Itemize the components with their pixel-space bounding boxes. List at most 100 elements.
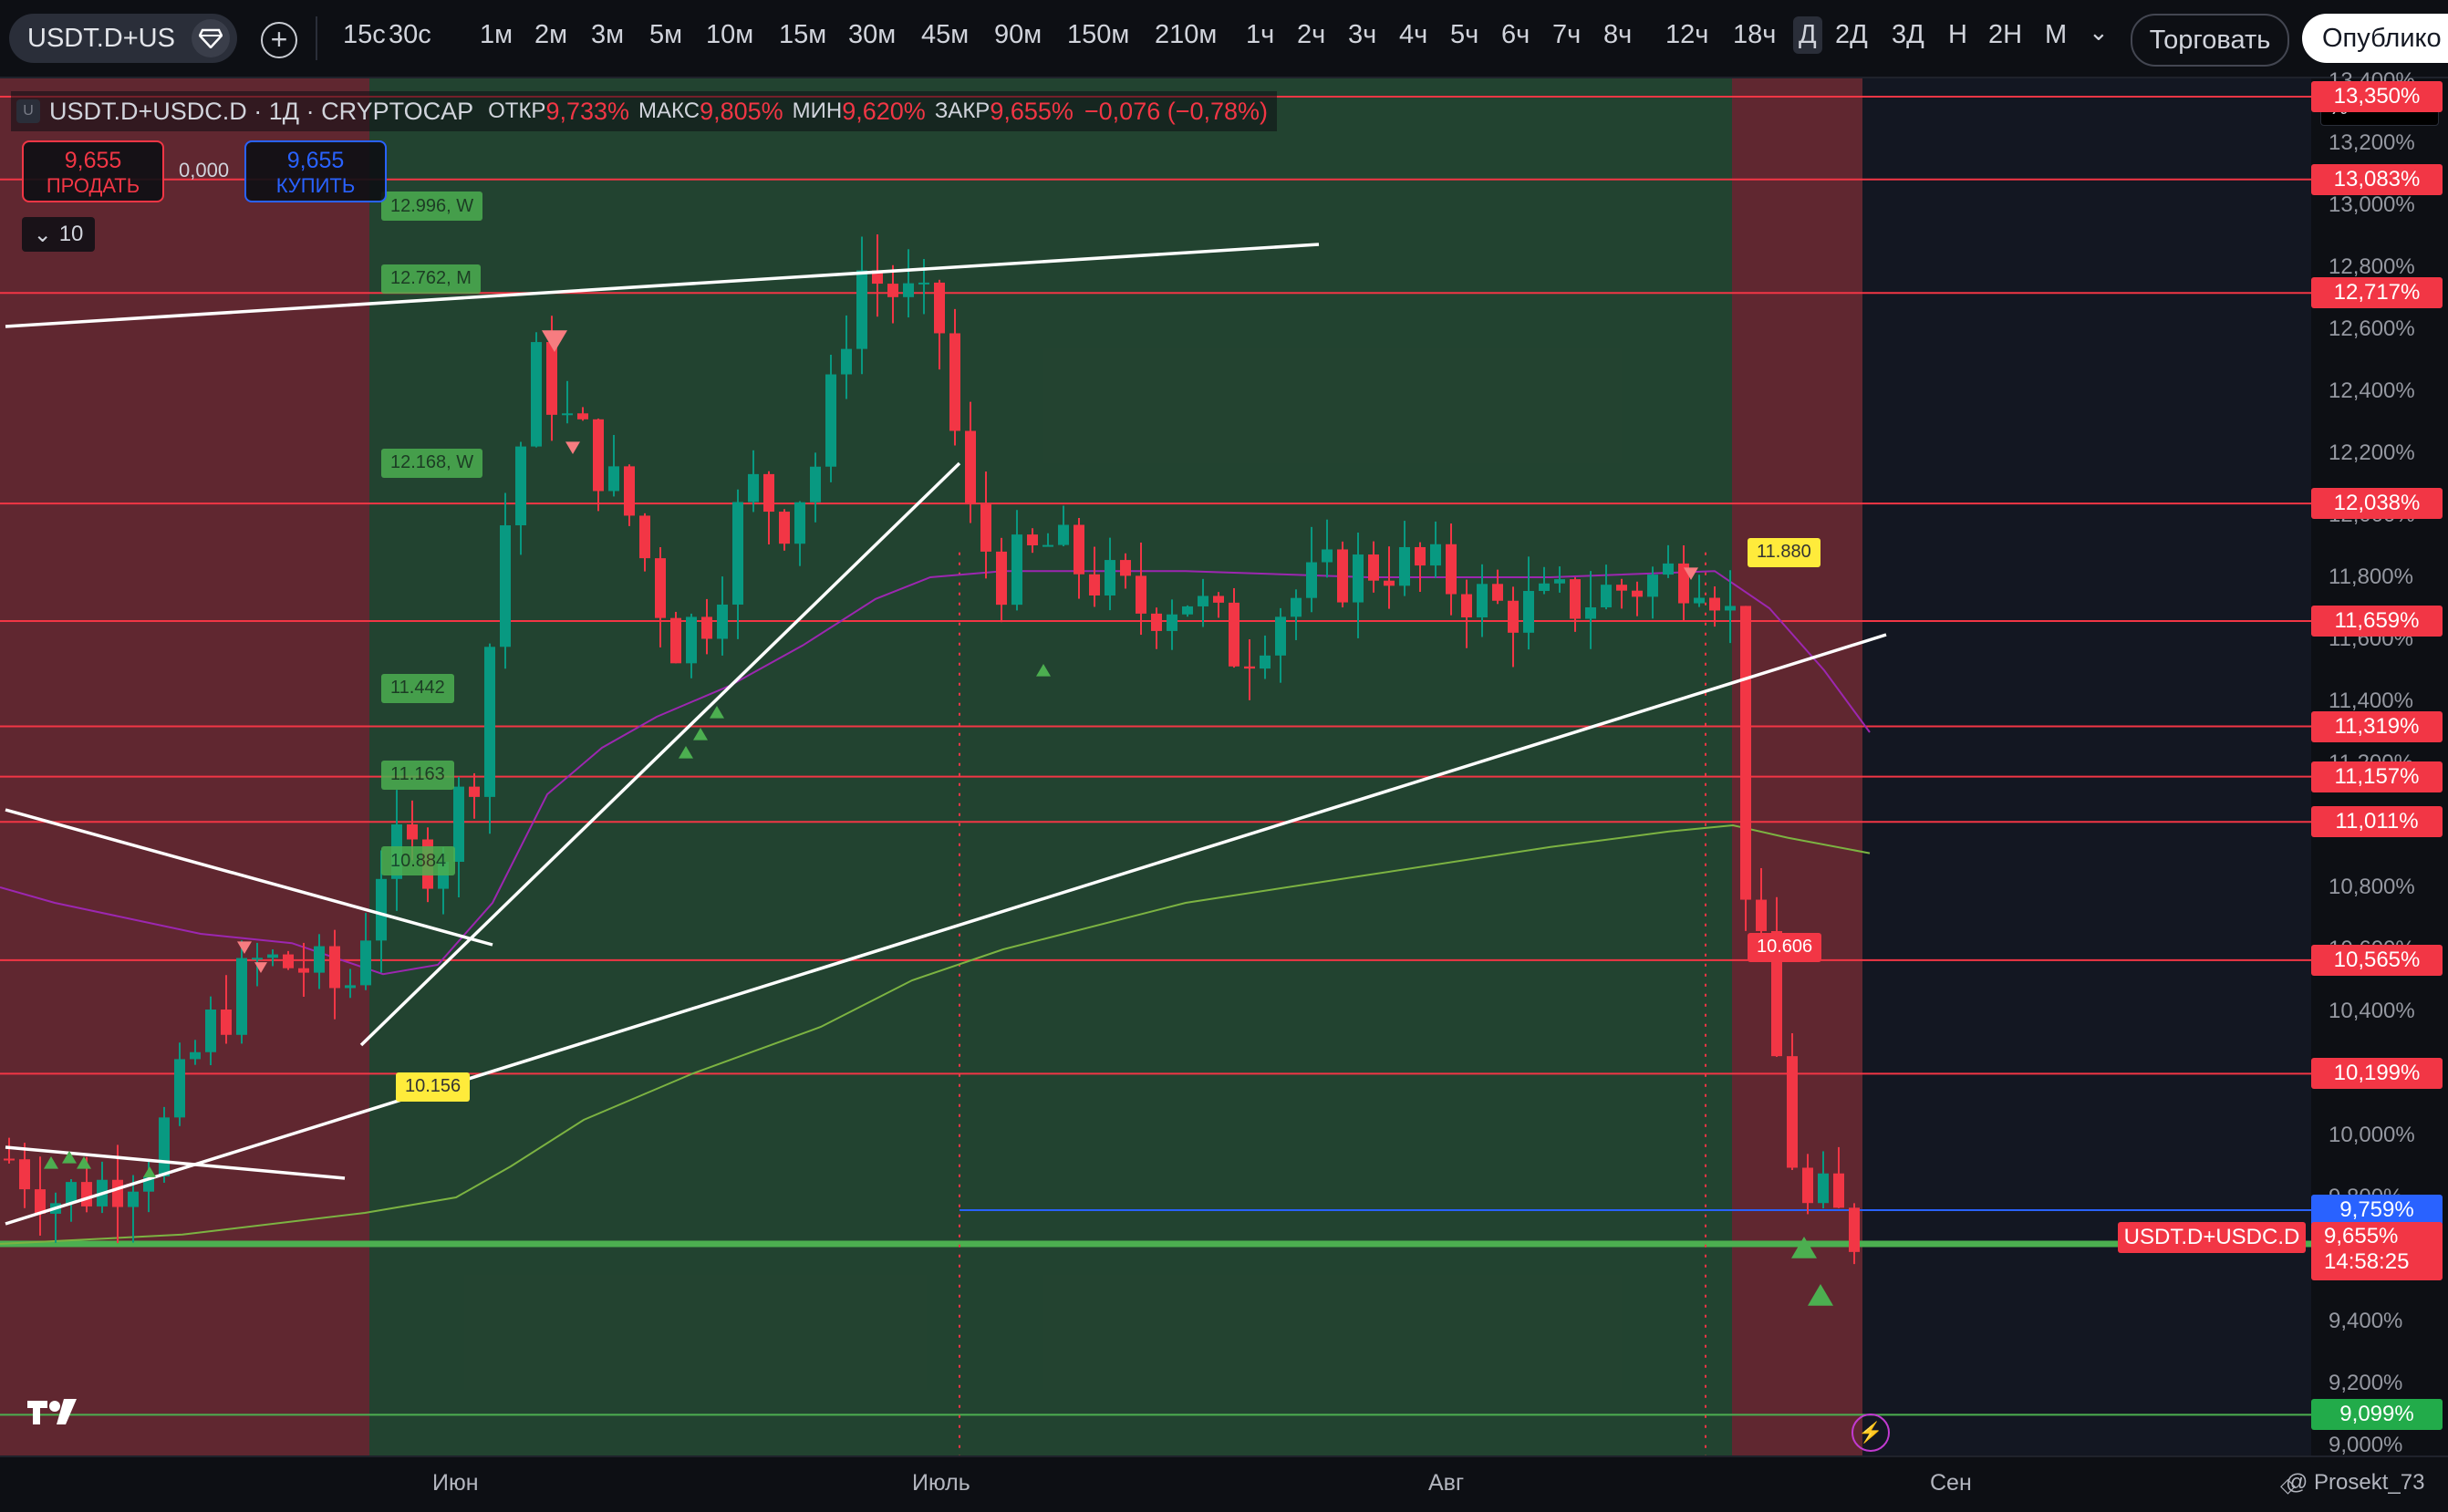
timeframe-17[interactable]: 5ч [1450,20,1478,50]
candle-body [1182,606,1193,615]
chevron-down-icon[interactable]: ⌄ [2089,18,2109,47]
timeframe-3[interactable]: 2м [534,20,567,50]
candle-body [407,823,418,840]
price-tick-label: 13,200% [2329,130,2415,155]
candle-body [531,342,542,447]
timeframe-9[interactable]: 45м [921,20,969,50]
price-tick-label: 12,400% [2329,378,2415,403]
level-flag: 10.606 [1748,932,1822,962]
timeframe-1[interactable]: 30с [389,20,431,50]
price-level-tag: 11,319% [2311,710,2443,742]
top-toolbar: USDT.D+US + 15с 30с 1м 2м 3м 5м 10м 15м 30м 45м 90… [0,0,2448,78]
candle-body [515,446,526,526]
timeframe-11[interactable]: 150м [1067,20,1129,50]
timeframe-8[interactable]: 30м [848,20,896,50]
candle-body [298,968,309,973]
timeframe-2[interactable]: 1м [480,20,513,50]
legend-close-value: 9,655% [990,97,1074,125]
candle-body [1508,600,1519,633]
timeframe-0[interactable]: 15с [343,20,386,50]
timeframe-21[interactable]: 12ч [1665,20,1708,50]
candle-body [112,1179,123,1207]
indicators-toggle[interactable]: ⌄ 10 [22,217,95,252]
symbol-logo-icon: U [16,99,40,123]
candle-body [236,958,247,1035]
candle-body [996,551,1007,606]
candle-body [1554,579,1565,584]
time-axis[interactable]: Июн Июль Авг Сен @ Prosekt_73 ◇ [0,1455,2448,1512]
candle-body [810,466,821,502]
price-level-tag: 9,759% [2311,1194,2443,1226]
candle-body [1585,606,1596,619]
timeframe-14[interactable]: 2ч [1297,20,1325,50]
timeframe-28[interactable]: М [2045,20,2067,50]
candle-body [1601,585,1612,607]
candle-body [1415,546,1426,566]
candle-body [841,348,852,375]
timeframe-24[interactable]: 2Д [1835,20,1868,50]
compare-plus-icon[interactable]: + [261,22,297,58]
timeframe-12[interactable]: 210м [1155,20,1217,50]
timeframe-25[interactable]: 3Д [1892,20,1924,50]
candle-body [314,946,325,973]
publish-button[interactable]: Опублико [2302,14,2448,63]
timeframe-5[interactable]: 5м [649,20,682,50]
price-tick-label: 11,800% [2329,564,2413,589]
candle-body [1353,554,1364,603]
price-chart[interactable] [0,78,2311,1455]
timeframe-15[interactable]: 3ч [1348,20,1376,50]
candle-body [1492,584,1503,601]
candle-body [1042,544,1053,547]
symbol-search[interactable]: USDT.D+US [9,14,237,63]
candle-body [670,617,681,664]
legend-title: USDT.D+USDC.D · 1Д · CRYPTOCAP [49,97,474,125]
timeframe-16[interactable]: 4ч [1399,20,1427,50]
buy-button[interactable]: 9,655 КУПИТЬ [244,140,387,202]
lightning-icon[interactable]: ⚡ [1852,1414,1890,1452]
candle-body [1740,606,1751,900]
price-level-tag: 11,659% [2311,605,2443,637]
timeframe-19[interactable]: 7ч [1552,20,1581,50]
sell-button[interactable]: 9,655 ПРОДАТЬ [22,140,164,202]
timeframe-27[interactable]: 2Н [1988,20,2022,50]
price-tick-label: 12,800% [2329,254,2415,279]
candle-body [593,419,604,492]
price-level-tag: 10,199% [2311,1058,2443,1090]
price-tick-label: 12,600% [2329,316,2415,341]
candle-body [1337,549,1348,603]
candle-body [1074,524,1084,575]
candle-body [965,430,976,505]
candle-body [701,616,712,639]
timeframe-20[interactable]: 8ч [1603,20,1632,50]
candle-body [763,473,774,513]
price-level-tag: 11,011% [2311,806,2443,838]
trade-button[interactable]: Торговать [2131,14,2289,67]
candle-body [717,604,728,639]
candle-body [1120,560,1131,576]
current-price-tag: 9,655% 14:58:25 [2311,1222,2443,1280]
candle-body [1694,597,1705,604]
timeframe-18[interactable]: 6ч [1501,20,1530,50]
price-tick-label: 12,200% [2329,440,2415,465]
candle-body [1647,575,1658,597]
candle-body [1105,560,1115,595]
diamond-icon[interactable] [192,19,230,57]
candle-body [360,940,371,986]
timeframe-6[interactable]: 10м [706,20,753,50]
candle-body [608,466,619,492]
timeframe-7[interactable]: 15м [779,20,826,50]
timeframe-22[interactable]: 18ч [1733,20,1776,50]
candle-body [1275,616,1286,656]
timeframe-23[interactable]: Д [1793,16,1822,54]
candle-body [639,515,650,559]
candle-body [469,786,480,797]
timeframe-10[interactable]: 90м [994,20,1042,50]
timeframe-26[interactable]: Н [1948,20,1967,50]
timeframe-4[interactable]: 3м [591,20,624,50]
candle-body [1539,583,1550,592]
indicator-count: 10 [58,222,84,246]
candle-body [66,1182,77,1204]
candle-body [887,284,898,297]
candle-body [1368,554,1379,581]
timeframe-13[interactable]: 1ч [1246,20,1274,50]
